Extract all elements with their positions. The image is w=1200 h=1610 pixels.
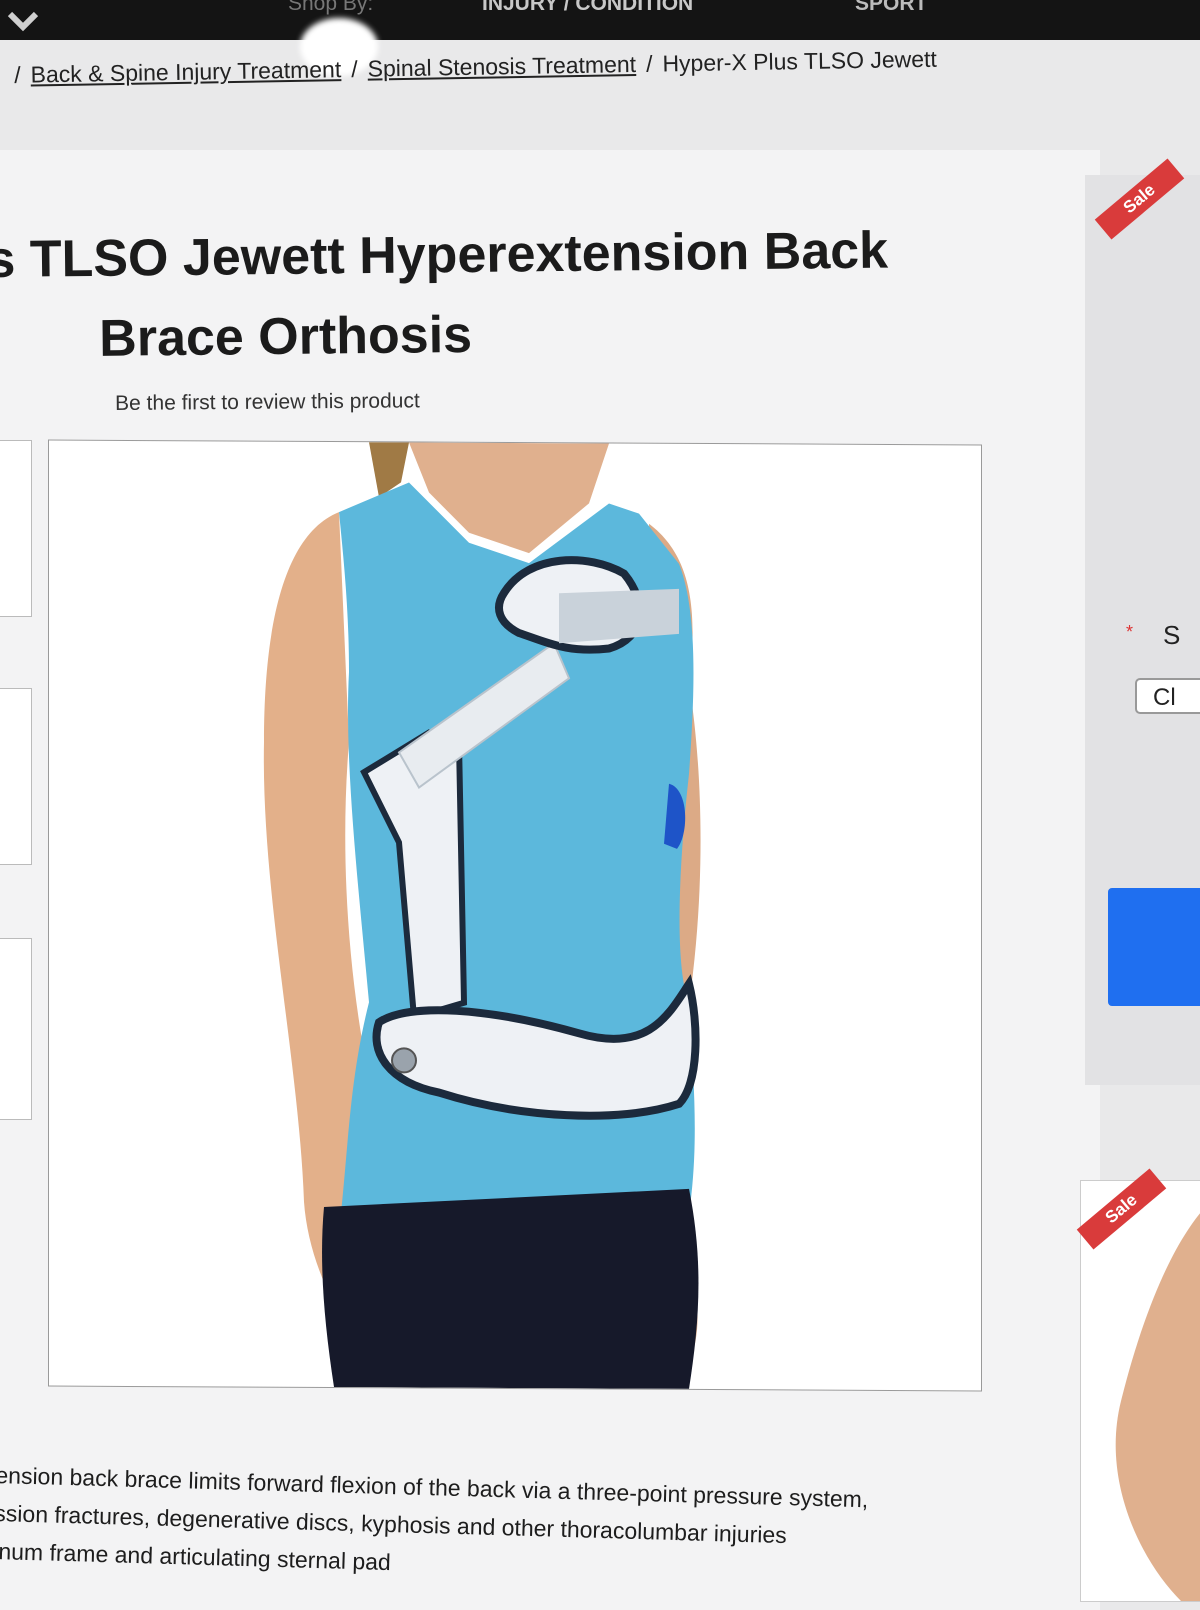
product-image[interactable] [48, 439, 982, 1392]
add-to-cart-button[interactable] [1108, 888, 1200, 1006]
breadcrumb-separator: / [645, 50, 653, 77]
product-title-line2: Brace Orthosis [98, 305, 473, 368]
gallery-thumbnail[interactable] [0, 938, 32, 1120]
breadcrumb-separator: / [350, 55, 358, 82]
breadcrumb-current: Hyper-X Plus TLSO Jewett [662, 45, 938, 77]
top-nav-bar: Shop By: INJURY / CONDITION SPORT [0, 0, 1200, 40]
gallery-thumbnail[interactable] [0, 440, 32, 617]
shop-by-label: Shop By: [288, 0, 374, 15]
nav-injury-condition[interactable]: INJURY / CONDITION [482, 0, 693, 16]
brace-photo [263, 442, 701, 1389]
breadcrumb-back-spine[interactable]: Back & Spine Injury Treatment [30, 56, 341, 87]
nav-sport[interactable]: SPORT [855, 0, 927, 16]
gallery-thumbnail[interactable] [0, 688, 32, 865]
product-title: s TLSO Jewett Hyperextension Back Brace … [0, 210, 988, 380]
review-link[interactable]: Be the first to review this product [115, 389, 420, 416]
required-asterisk: * [1126, 622, 1134, 642]
size-label: S [1163, 620, 1181, 650]
breadcrumb-spinal-stenosis[interactable]: Spinal Stenosis Treatment [367, 51, 636, 82]
breadcrumb-separator: / [13, 61, 21, 88]
breadcrumb: / Back & Spine Injury Treatment / Spinal St… [4, 46, 937, 89]
chevron-down-icon[interactable] [6, 6, 40, 34]
clear-button[interactable]: Cl [1135, 678, 1200, 714]
product-title-line1: s TLSO Jewett Hyperextension Back [0, 221, 889, 289]
